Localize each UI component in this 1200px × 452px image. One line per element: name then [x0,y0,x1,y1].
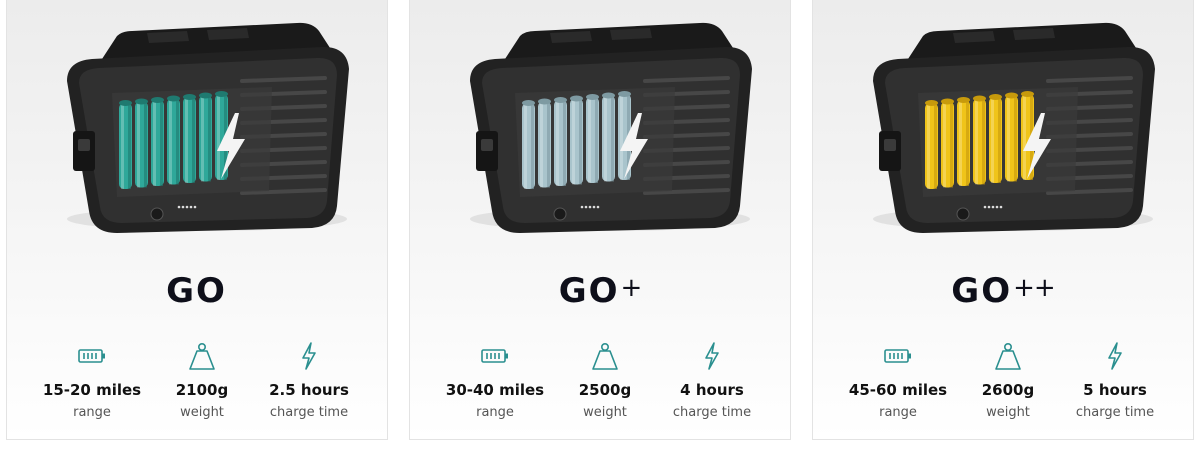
battery-icon [440,341,550,371]
battery-pack-image [873,22,1155,234]
spec-value: 15-20 miles [42,381,142,399]
product-name: GO [166,271,227,311]
spec-value: 2500g [578,381,632,399]
spec-label: charge time [269,405,349,420]
spec-charge-time: 5 hours charge time [1060,341,1170,420]
spec-label: weight [986,405,1030,420]
weight-icon [147,341,257,371]
spec-value: 30-40 miles [445,381,545,399]
battery-icon [843,341,953,371]
spec-value: 2100g [175,381,229,399]
spec-label: charge time [672,405,752,420]
battery-icon [37,341,147,371]
spec-range: 45-60 miles range [843,341,953,420]
battery-pack-image [470,22,752,234]
spec-label: charge time [1075,405,1155,420]
spec-charge-time: 2.5 hours charge time [254,341,364,420]
product-card-go[interactable]: GO 15-20 miles range 2100g weight 2.5 ho… [6,0,388,440]
spec-value: 45-60 miles [848,381,948,399]
weight-icon [953,341,1063,371]
spec-weight: 2600g weight [953,341,1063,420]
lightning-icon [1060,341,1170,371]
spec-label: range [73,405,111,420]
spec-value: 4 hours [680,381,744,399]
spec-label: range [879,405,917,420]
spec-charge-time: 4 hours charge time [657,341,767,420]
spec-range: 30-40 miles range [440,341,550,420]
battery-pack-image [67,22,349,234]
lightning-icon [657,341,767,371]
spec-weight: 2100g weight [147,341,257,420]
product-card-go-plus[interactable]: GO+ 30-40 miles range 2500g weight 4 hou… [409,0,791,440]
lightning-icon [254,341,364,371]
product-card-go-plus-plus[interactable]: GO++ 45-60 miles range 2600g weight 5 ho… [812,0,1194,440]
weight-icon [550,341,660,371]
spec-value: 2600g [981,381,1035,399]
spec-value: 5 hours [1083,381,1147,399]
spec-range: 15-20 miles range [37,341,147,420]
spec-value: 2.5 hours [269,381,349,399]
spec-label: range [476,405,514,420]
product-name: GO+ [558,271,643,311]
spec-label: weight [180,405,224,420]
spec-weight: 2500g weight [550,341,660,420]
product-name: GO++ [951,271,1055,311]
spec-label: weight [583,405,627,420]
